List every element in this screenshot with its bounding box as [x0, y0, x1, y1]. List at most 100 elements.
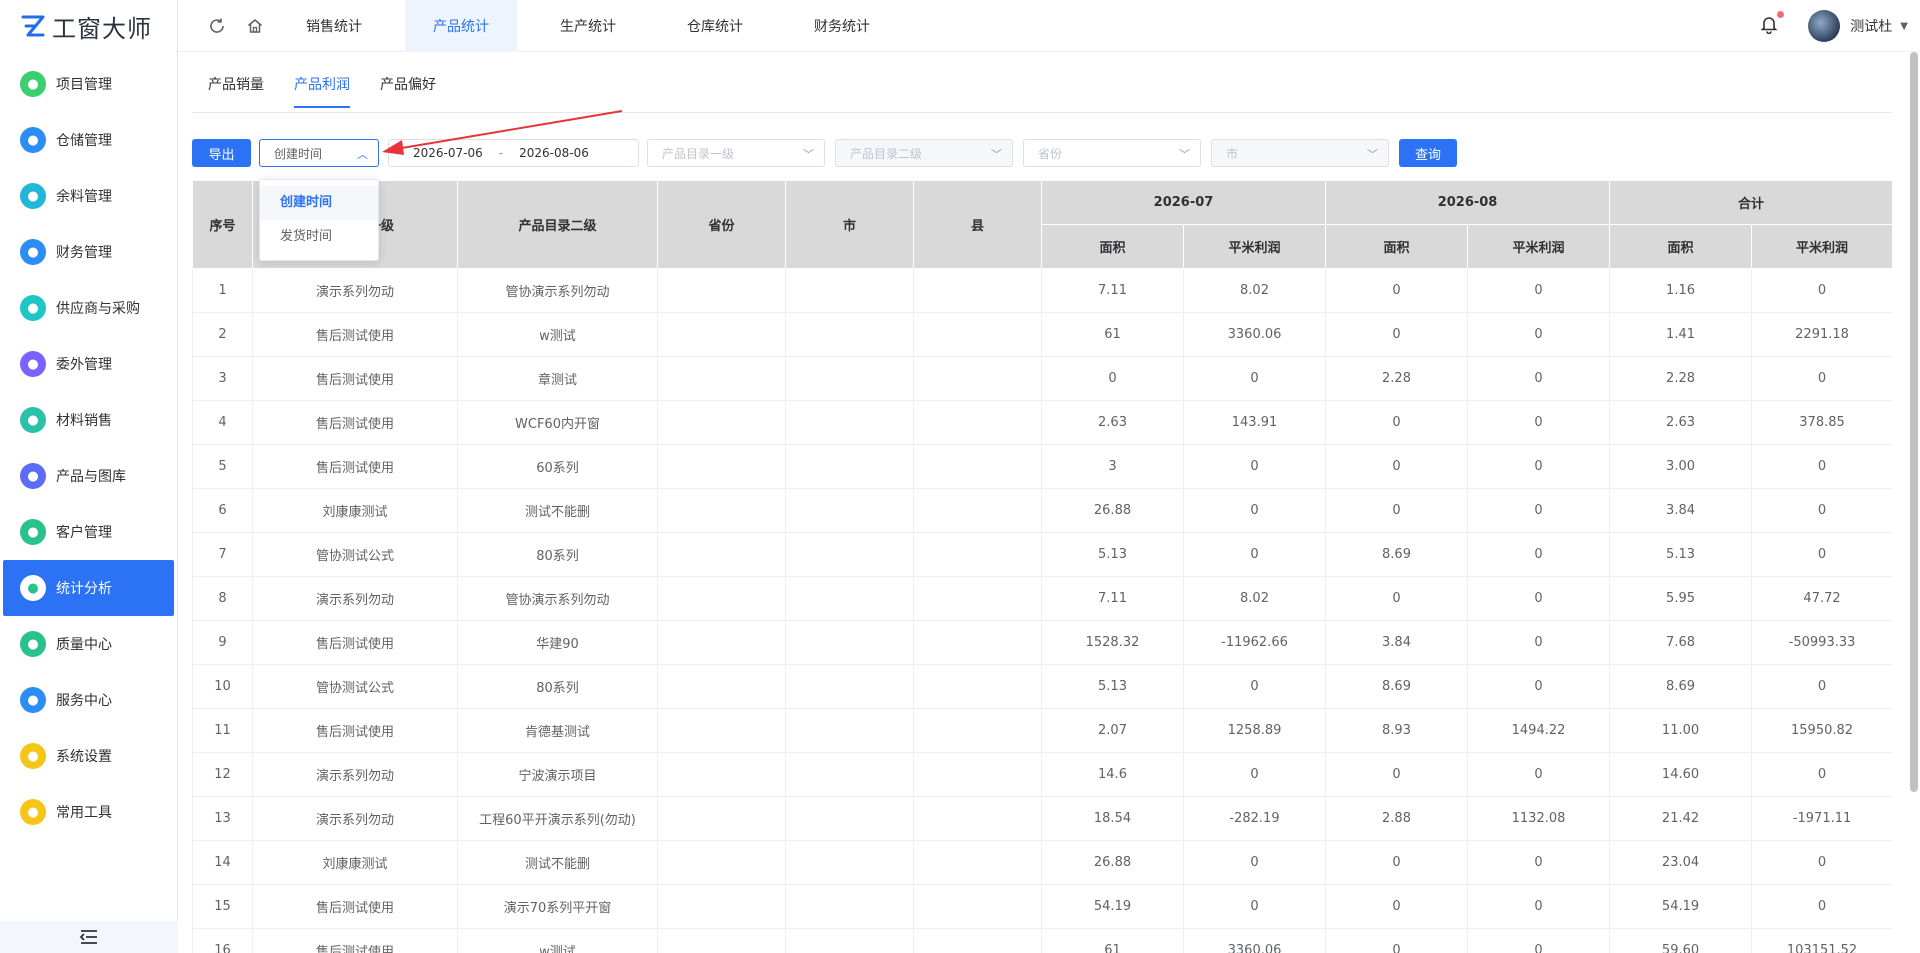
query-button[interactable]: 查询	[1399, 139, 1457, 167]
time-type-select[interactable]: 创建时间 ︿	[259, 139, 379, 167]
sidebar-item-4[interactable]: ● 财务管理	[0, 224, 177, 280]
table-cell: -50993.33	[1751, 620, 1892, 665]
sidebar-item-12[interactable]: ● 服务中心	[0, 672, 177, 728]
table-row: 9 售后测试使用 华建90 1528.32 -11962.66 3.84 0 7.68 -509…	[192, 620, 1892, 665]
sidebar-item-label: 常用工具	[56, 805, 112, 821]
sub-tab[interactable]: 产品销量	[208, 74, 264, 108]
table-cell: 10	[192, 664, 253, 709]
top-tab[interactable]: 仓库统计	[659, 0, 771, 52]
top-tab[interactable]: 生产统计	[532, 0, 644, 52]
sidebar-item-6[interactable]: ● 委外管理	[0, 336, 177, 392]
table-cell: 0	[1325, 928, 1469, 953]
table-cell: 47.72	[1751, 576, 1892, 621]
table-cell: 3	[192, 356, 253, 401]
table-cell: 0	[1183, 488, 1327, 533]
sidebar-item-13[interactable]: ● 系统设置	[0, 728, 177, 784]
table-cell: w测试	[457, 312, 658, 357]
app-logo[interactable]: 工窗大师	[0, 0, 177, 52]
sidebar-item-label: 统计分析	[56, 581, 112, 597]
table-cell	[657, 884, 786, 929]
table-cell	[913, 444, 1042, 489]
table-row: 16 售后测试使用 w测试 61 3360.06 0 0 59.60 103151.52	[192, 928, 1892, 953]
table-cell	[657, 488, 786, 533]
table-row: 10 管协测试公式 80系列 5.13 0 8.69 0 8.69 0	[192, 664, 1892, 709]
sidebar-item-label: 产品与图库	[56, 469, 126, 485]
dropdown-option[interactable]: 发货时间	[260, 220, 378, 254]
sidebar-item-10[interactable]: ● 统计分析	[3, 560, 174, 616]
table-row: 11 售后测试使用 肯德基测试 2.07 1258.89 8.93 1494.22 11.00…	[192, 708, 1892, 753]
province-select[interactable]: 省份 ﹀	[1023, 139, 1201, 167]
export-button[interactable]: 导出	[192, 139, 251, 167]
col-header-county: 县	[913, 180, 1042, 269]
table-row: 3 售后测试使用 章测试 0 0 2.28 0 2.28 0	[192, 356, 1892, 401]
table-cell: 刘康康测试	[252, 488, 458, 533]
table-cell: 3.84	[1609, 488, 1753, 533]
table-cell: 18.54	[1041, 796, 1184, 841]
table-cell: 80系列	[457, 664, 658, 709]
table-cell: 演示70系列平开窗	[457, 884, 658, 929]
table-cell: 0	[1325, 840, 1469, 885]
col-header-profit: 平米利润	[1467, 224, 1611, 269]
catalog2-select[interactable]: 产品目录二级 ﹀	[835, 139, 1013, 167]
sidebar-item-2[interactable]: ● 仓储管理	[0, 112, 177, 168]
table-cell: -282.19	[1183, 796, 1327, 841]
top-tab[interactable]: 产品统计	[405, 0, 517, 52]
table-cell	[913, 268, 1042, 313]
table-cell: 8.02	[1183, 268, 1327, 313]
catalog1-select[interactable]: 产品目录一级 ﹀	[647, 139, 825, 167]
vertical-scrollbar[interactable]	[1910, 52, 1918, 792]
table-cell: 12	[192, 752, 253, 797]
sidebar-item-9[interactable]: ● 客户管理	[0, 504, 177, 560]
top-tab[interactable]: 财务统计	[786, 0, 898, 52]
col-header-province: 省份	[657, 180, 786, 269]
chevron-down-icon: ﹀	[1367, 148, 1378, 161]
avatar[interactable]	[1808, 10, 1841, 42]
sidebar-item-7[interactable]: ● 材料销售	[0, 392, 177, 448]
sidebar-item-14[interactable]: ● 常用工具	[0, 784, 177, 840]
collapse-menu-icon[interactable]	[0, 921, 178, 953]
table-cell: 售后测试使用	[252, 400, 458, 445]
dropdown-option[interactable]: 创建时间	[260, 186, 378, 220]
city-select[interactable]: 市 ﹀	[1211, 139, 1389, 167]
catalog2-placeholder: 产品目录二级	[850, 146, 923, 161]
table-cell: 0	[1467, 488, 1611, 533]
table-cell: 工程60平开演示系列(勿动)	[457, 796, 658, 841]
sub-tab[interactable]: 产品偏好	[380, 74, 436, 108]
sidebar-item-11[interactable]: ● 质量中心	[0, 616, 177, 672]
settings-icon: ●	[20, 743, 46, 769]
table-cell: 3.00	[1609, 444, 1753, 489]
table-cell: 3360.06	[1183, 312, 1327, 357]
table-cell	[913, 840, 1042, 885]
table-cell: 0	[1751, 268, 1892, 313]
home-icon[interactable]	[236, 17, 274, 35]
quality-icon: ●	[20, 631, 46, 657]
username[interactable]: 测试杜	[1850, 16, 1892, 36]
table-cell: 0	[1467, 400, 1611, 445]
col-group-month1: 2026-07	[1040, 180, 1327, 225]
sidebar-item-8[interactable]: ● 产品与图库	[0, 448, 177, 504]
col-header-city: 市	[785, 180, 914, 269]
col-header-area: 面积	[1041, 224, 1184, 269]
table-cell: 0	[1467, 752, 1611, 797]
table-row: 6 刘康康测试 测试不能删 26.88 0 0 0 3.84 0	[192, 488, 1892, 533]
table-cell: 演示系列勿动	[252, 268, 458, 313]
sidebar-item-5[interactable]: ● 供应商与采购	[0, 280, 177, 336]
sidebar-item-3[interactable]: ● 余料管理	[0, 168, 177, 224]
sidebar-item-1[interactable]: ● 项目管理	[0, 56, 177, 112]
table-cell: 0	[1751, 444, 1892, 489]
table-cell: 章测试	[457, 356, 658, 401]
table-cell: 2291.18	[1751, 312, 1892, 357]
sub-tab[interactable]: 产品利润	[294, 74, 350, 108]
sidebar-item-label: 项目管理	[56, 77, 112, 93]
sidebar-item-label: 仓储管理	[56, 133, 112, 149]
table-cell	[785, 444, 914, 489]
table-cell: 8.02	[1183, 576, 1327, 621]
sidebar-item-label: 质量中心	[56, 637, 112, 653]
table-cell	[657, 356, 786, 401]
top-tab[interactable]: 销售统计	[278, 0, 390, 52]
table-cell	[785, 488, 914, 533]
user-menu-caret-icon[interactable]: ▼	[1900, 21, 1908, 32]
refresh-icon[interactable]	[198, 17, 236, 35]
notification-bell-icon[interactable]	[1760, 10, 1785, 39]
table-cell: 5	[192, 444, 253, 489]
